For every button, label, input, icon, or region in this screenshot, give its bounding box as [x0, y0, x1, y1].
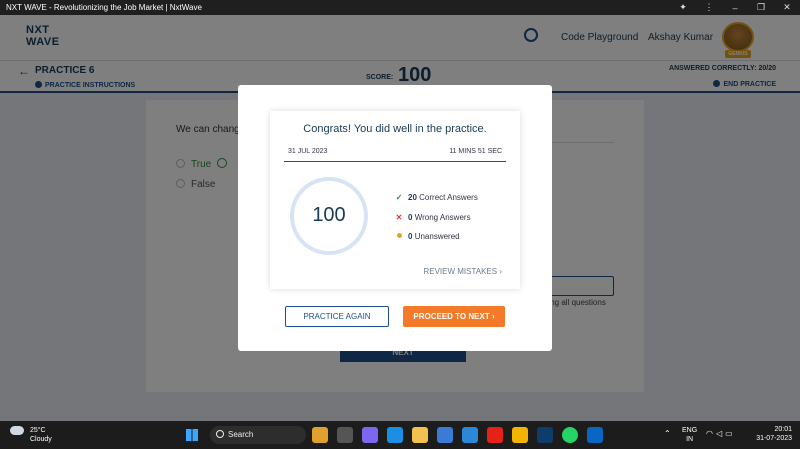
temperature: 25°C: [29, 427, 46, 434]
review-mistakes-label: REVIEW MISTAKES: [423, 267, 498, 276]
lang-code: ENG: [682, 427, 698, 434]
whatsapp-icon[interactable]: [562, 427, 578, 443]
correct-label: Correct Answers: [419, 193, 478, 202]
more-icon[interactable]: ⋮: [696, 2, 722, 13]
unanswered-stat: 0 Unanswered: [394, 232, 460, 241]
clock[interactable]: 20:01 31-07-2023: [752, 425, 792, 443]
taskbar-search[interactable]: Search: [210, 426, 306, 444]
volume-icon: ◁: [715, 429, 726, 438]
weather-widget[interactable]: 25°C Cloudy: [10, 426, 52, 444]
wrong-stat: ✕ 0 Wrong Answers: [394, 213, 471, 222]
lang-region: IN: [686, 436, 694, 443]
window-title: NXT WAVE - Revolutionizing the Job Marke…: [6, 3, 202, 12]
chevron-right-icon: ›: [491, 312, 495, 321]
wifi-icon: ◠: [706, 429, 716, 438]
practice-date: 31 JUL 2023: [288, 148, 328, 155]
results-card: Congrats! You did well in the practice. …: [270, 111, 520, 289]
cross-icon: ✕: [395, 213, 403, 222]
score-ring-value: 100: [312, 204, 346, 226]
time: 20:01: [774, 426, 792, 433]
chevron-up-icon[interactable]: ⌃: [664, 429, 671, 438]
modal-overlay-header: [0, 15, 800, 60]
results-modal: Congrats! You did well in the practice. …: [238, 85, 552, 351]
proceed-to-next-button[interactable]: PROCEED TO NEXT ›: [403, 306, 505, 327]
review-mistakes-link[interactable]: REVIEW MISTAKES ›: [423, 267, 502, 276]
search-icon: [216, 430, 224, 438]
wrong-count: 0: [408, 213, 413, 222]
window-titlebar: NXT WAVE - Revolutionizing the Job Marke…: [0, 0, 800, 15]
cloud-icon: [10, 426, 24, 435]
edge-icon[interactable]: [387, 427, 403, 443]
congrats-heading: Congrats! You did well in the practice.: [303, 123, 487, 135]
proceed-label: PROCEED TO NEXT: [413, 312, 490, 321]
check-icon: ✓: [395, 193, 403, 202]
separator: [284, 161, 506, 162]
wrong-label: Wrong Answers: [414, 213, 471, 222]
search-label: Search: [228, 430, 254, 439]
task-view-icon[interactable]: [337, 427, 353, 443]
unanswered-label: Unanswered: [414, 232, 460, 241]
nxtwave-app-icon[interactable]: [537, 427, 553, 443]
windows-start-icon[interactable]: [186, 429, 198, 441]
taskbar-apps: [312, 427, 612, 443]
store-icon[interactable]: [437, 427, 453, 443]
correct-count: 20: [408, 193, 417, 202]
battery-icon: ▭: [725, 429, 736, 438]
score-ring: 100: [290, 177, 368, 255]
notes-icon[interactable]: [462, 427, 478, 443]
unanswered-count: 0: [408, 232, 413, 241]
restore-icon[interactable]: ❐: [748, 2, 774, 13]
chevron-right-icon: ›: [499, 267, 502, 276]
close-icon[interactable]: ✕: [774, 2, 800, 13]
correct-stat: ✓ 20 Correct Answers: [394, 193, 478, 202]
system-icons[interactable]: ◠◁▭: [706, 429, 736, 438]
chrome-icon[interactable]: [512, 427, 528, 443]
window-controls: ✦ ⋮ – ❐ ✕: [670, 0, 800, 15]
chat-icon[interactable]: [362, 427, 378, 443]
taskbar: 25°C Cloudy Search ⌃ ENG IN ◠◁▭ 20:01 31-07…: [0, 421, 800, 449]
file-explorer-icon[interactable]: [412, 427, 428, 443]
date: 31-07-2023: [756, 435, 792, 442]
youtube-icon[interactable]: [487, 427, 503, 443]
weather-status: Cloudy: [29, 436, 52, 443]
language-indicator[interactable]: ENG IN: [682, 426, 697, 444]
linkedin-icon[interactable]: [587, 427, 603, 443]
extensions-icon[interactable]: ✦: [670, 2, 696, 13]
app-icon-1[interactable]: [312, 427, 328, 443]
practice-duration: 11 MINS 51 SEC: [449, 148, 502, 155]
practice-again-button[interactable]: PRACTICE AGAIN: [285, 306, 389, 327]
minimize-icon[interactable]: –: [722, 3, 748, 13]
dot-icon: [394, 232, 404, 241]
